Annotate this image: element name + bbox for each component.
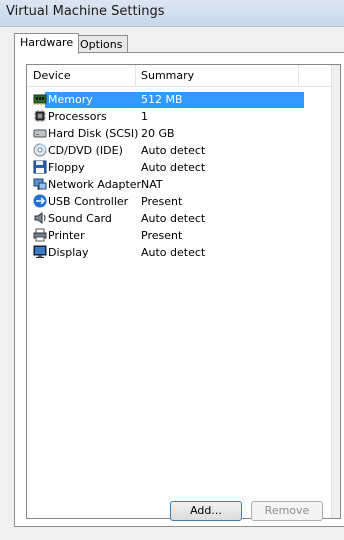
list-item-sound-card[interactable]: Sound Card Auto detect (33, 211, 298, 228)
device-label: USB Controller (48, 195, 129, 208)
summary-value: Auto detect (141, 144, 206, 157)
summary-value: Auto detect (141, 212, 206, 225)
list-item-printer[interactable]: Printer Present (33, 228, 298, 245)
tab-options[interactable]: Options (74, 35, 129, 53)
add-button[interactable]: Add... (170, 501, 242, 521)
tab-hardware[interactable]: Hardware (14, 33, 80, 54)
summary-value: Auto detect (141, 246, 206, 259)
memory-icon (33, 92, 47, 106)
printer-icon (33, 228, 47, 242)
device-label: Floppy (48, 161, 85, 174)
device-label: Processors (48, 110, 107, 123)
device-label: Sound Card (48, 212, 112, 225)
column-header-summary[interactable]: Summary (141, 69, 194, 82)
list-scrollbar[interactable] (331, 65, 340, 518)
device-list: Device Summary Memory 512 MB Processors … (26, 64, 341, 519)
usb-icon (33, 194, 47, 208)
display-icon (33, 245, 47, 259)
summary-value: 512 MB (141, 93, 183, 106)
device-label: Display (48, 246, 89, 259)
summary-value: 20 GB (141, 127, 175, 140)
summary-value: Present (141, 229, 183, 242)
processor-icon (33, 109, 47, 123)
list-item-memory[interactable]: Memory 512 MB (33, 92, 304, 109)
speaker-icon (33, 211, 47, 225)
column-header-device[interactable]: Device (33, 69, 71, 82)
summary-value: Present (141, 195, 183, 208)
list-item-processors[interactable]: Processors 1 (33, 109, 298, 126)
remove-button[interactable]: Remove (251, 501, 323, 521)
device-label: Hard Disk (SCSI) (48, 127, 139, 140)
hardware-panel: Device Summary Memory 512 MB Processors … (14, 52, 344, 527)
network-adapter-icon (33, 177, 47, 191)
list-item-cd-dvd[interactable]: CD/DVD (IDE) Auto detect (33, 143, 298, 160)
floppy-icon (33, 160, 47, 174)
list-header: Device Summary (27, 65, 340, 87)
list-item-usb-controller[interactable]: USB Controller Present (33, 194, 298, 211)
list-item-network-adapter[interactable]: Network Adapter NAT (33, 177, 298, 194)
summary-value: 1 (141, 110, 148, 123)
window-title: Virtual Machine Settings (6, 4, 165, 19)
list-item-floppy[interactable]: Floppy Auto detect (33, 160, 298, 177)
column-divider[interactable] (298, 65, 299, 87)
device-label: Network Adapter (48, 178, 142, 191)
cd-dvd-icon (33, 143, 47, 157)
device-label: CD/DVD (IDE) (48, 144, 123, 157)
list-item-display[interactable]: Display Auto detect (33, 245, 298, 262)
column-divider[interactable] (135, 65, 136, 87)
summary-value: Auto detect (141, 161, 206, 174)
dialog-body: Hardware Options Device Summary Memory 5… (0, 27, 344, 540)
device-label: Printer (48, 229, 85, 242)
hard-disk-icon (33, 126, 47, 140)
device-label: Memory (48, 93, 93, 106)
summary-value: NAT (141, 178, 163, 191)
title-bar: Virtual Machine Settings (0, 0, 344, 27)
list-item-hard-disk[interactable]: Hard Disk (SCSI) 20 GB (33, 126, 298, 143)
